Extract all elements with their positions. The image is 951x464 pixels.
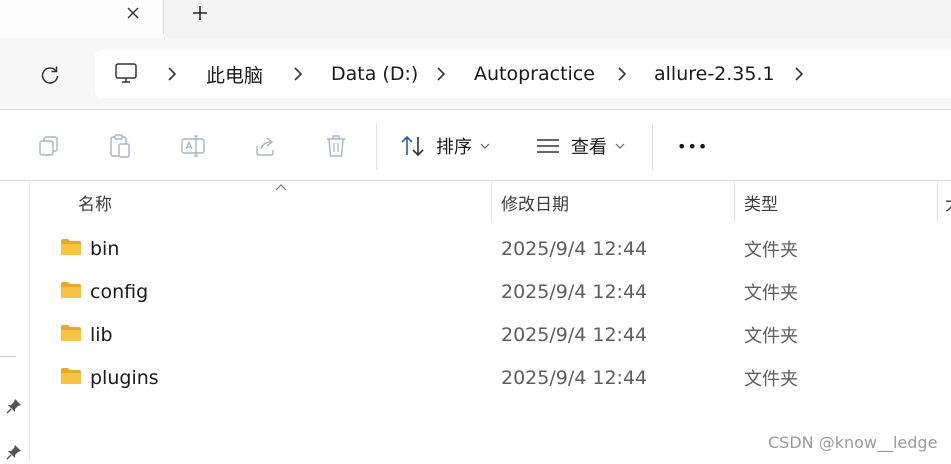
breadcrumb-autopractice[interactable]: Autopractice bbox=[474, 50, 595, 98]
sort-label: 排序 bbox=[436, 137, 472, 158]
view-icon bbox=[537, 139, 559, 153]
file-type: 文件夹 bbox=[744, 368, 798, 390]
column-header-size[interactable]: 大 bbox=[945, 182, 951, 222]
refresh-icon[interactable] bbox=[36, 62, 64, 88]
chevron-right-icon[interactable] bbox=[792, 66, 806, 82]
file-type: 文件夹 bbox=[744, 239, 798, 261]
sort-button[interactable]: 排序 bbox=[400, 125, 490, 167]
file-date: 2025/9/4 12:44 bbox=[501, 237, 648, 260]
file-name: plugins bbox=[90, 366, 159, 389]
plus-icon[interactable] bbox=[188, 2, 212, 24]
column-separator[interactable] bbox=[734, 182, 735, 222]
toolbar-separator bbox=[376, 124, 377, 170]
pin-icon[interactable] bbox=[6, 398, 22, 414]
list-item[interactable]: plugins 2025/9/4 12:44 文件夹 bbox=[31, 356, 951, 399]
breadcrumb-this-pc[interactable]: 此电脑 bbox=[206, 50, 263, 98]
sort-ascending-icon bbox=[275, 184, 287, 191]
breadcrumb-data-drive[interactable]: Data (D:) bbox=[331, 50, 418, 98]
column-header-date[interactable]: 修改日期 bbox=[501, 182, 569, 222]
chevron-right-icon[interactable] bbox=[434, 66, 448, 82]
file-name: config bbox=[90, 280, 149, 303]
folder-icon bbox=[61, 325, 81, 341]
share-icon[interactable] bbox=[252, 133, 278, 159]
paste-icon[interactable] bbox=[107, 133, 133, 159]
nav-divider bbox=[0, 356, 16, 357]
column-separator[interactable] bbox=[491, 182, 492, 222]
copy-icon[interactable] bbox=[36, 133, 62, 159]
view-button[interactable]: 查看 bbox=[535, 125, 625, 167]
more-options-button[interactable]: ••• bbox=[677, 125, 708, 167]
navigation-pane bbox=[0, 182, 30, 462]
folder-icon bbox=[61, 239, 81, 255]
watermark: CSDN @know__ledge bbox=[768, 433, 938, 452]
tab-bar bbox=[0, 0, 951, 38]
close-icon[interactable] bbox=[122, 2, 144, 24]
toolbar-separator bbox=[652, 124, 653, 170]
list-item[interactable]: config 2025/9/4 12:44 文件夹 bbox=[31, 270, 951, 313]
column-header-type[interactable]: 类型 bbox=[744, 182, 778, 222]
file-name: bin bbox=[90, 237, 120, 260]
file-name: lib bbox=[90, 323, 113, 346]
column-separator[interactable] bbox=[937, 182, 938, 222]
view-label: 查看 bbox=[571, 137, 607, 158]
tab-divider bbox=[163, 0, 164, 34]
folder-icon bbox=[61, 368, 81, 384]
file-date: 2025/9/4 12:44 bbox=[501, 323, 648, 346]
chevron-down-icon bbox=[480, 143, 490, 149]
column-header-name[interactable]: 名称 bbox=[78, 182, 112, 222]
breadcrumb-allure[interactable]: allure-2.35.1 bbox=[654, 50, 775, 98]
chevron-right-icon[interactable] bbox=[291, 66, 305, 82]
chevron-down-icon bbox=[615, 143, 625, 149]
file-date: 2025/9/4 12:44 bbox=[501, 366, 648, 389]
file-type: 文件夹 bbox=[744, 325, 798, 347]
file-type: 文件夹 bbox=[744, 282, 798, 304]
delete-icon[interactable] bbox=[323, 133, 349, 159]
pin-icon[interactable] bbox=[6, 444, 22, 460]
file-date: 2025/9/4 12:44 bbox=[501, 280, 648, 303]
address-bar: 此电脑 Data (D:) Autopractice allure-2.35.1 bbox=[0, 38, 951, 110]
command-bar: 排序 查看 ••• bbox=[0, 111, 951, 181]
folder-icon bbox=[61, 282, 81, 298]
rename-icon[interactable] bbox=[180, 133, 206, 159]
chevron-right-icon[interactable] bbox=[615, 66, 629, 82]
list-item[interactable]: bin 2025/9/4 12:44 文件夹 bbox=[31, 227, 951, 270]
sort-icon bbox=[401, 135, 424, 157]
file-list: 名称 修改日期 类型 大 bin 2025/9/4 12:44 文件夹 conf… bbox=[31, 182, 951, 462]
monitor-icon[interactable] bbox=[114, 62, 140, 86]
chevron-right-icon[interactable] bbox=[165, 66, 179, 82]
breadcrumb[interactable]: 此电脑 Data (D:) Autopractice allure-2.35.1 bbox=[95, 50, 951, 98]
list-item[interactable]: lib 2025/9/4 12:44 文件夹 bbox=[31, 313, 951, 356]
